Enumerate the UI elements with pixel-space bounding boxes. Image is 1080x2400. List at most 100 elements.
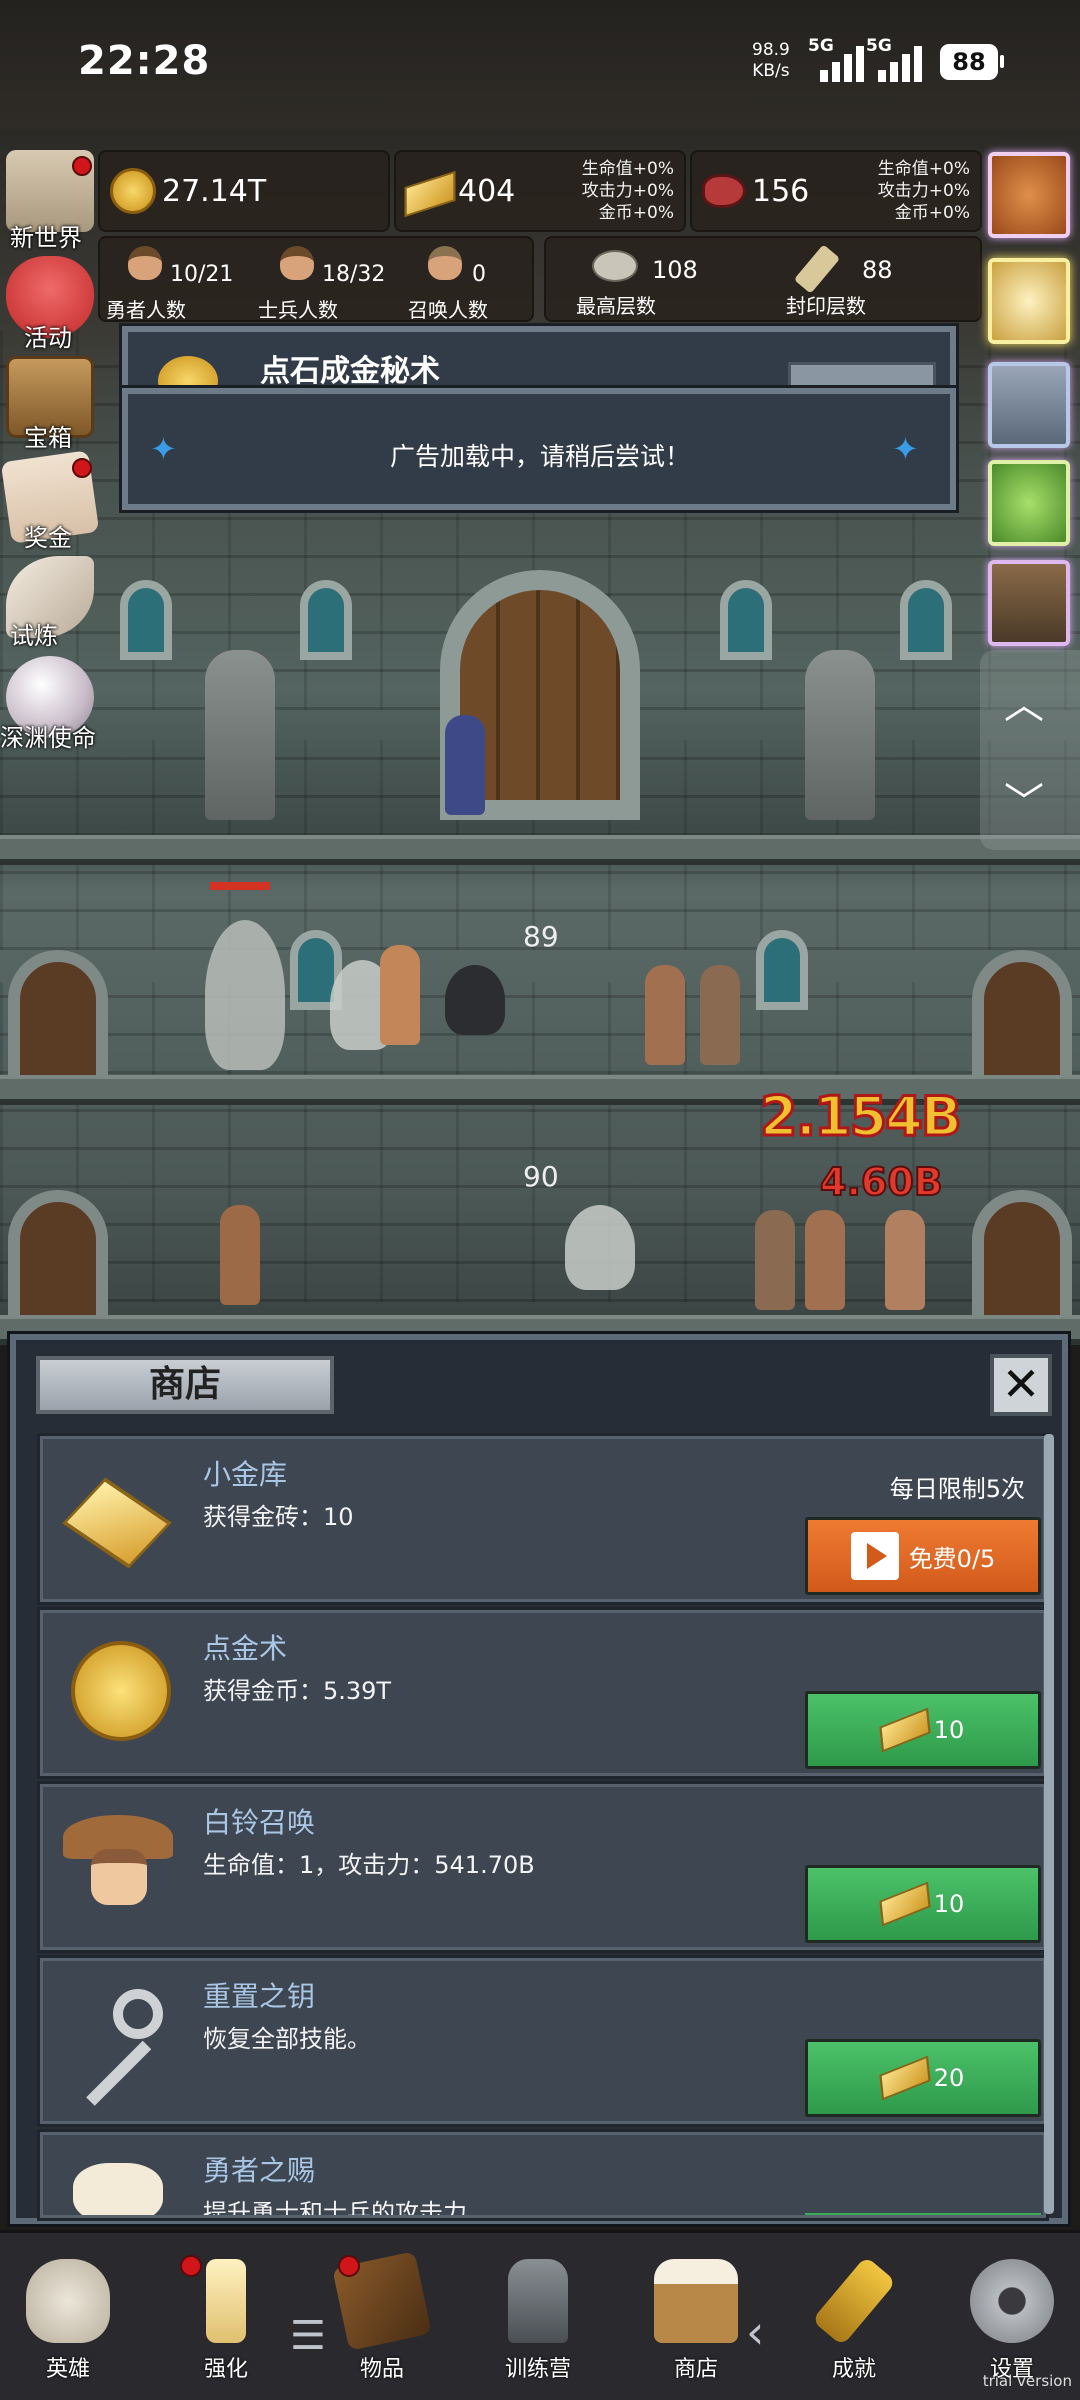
side-menu-abyss-mission[interactable]: 深渊使命 (0, 718, 96, 753)
summon-count: 0 (472, 262, 486, 287)
chevron-down-icon[interactable]: ﹀ (1004, 770, 1044, 828)
back-arrow-icon[interactable]: ‹ (746, 2305, 764, 2359)
shop-scrollbar[interactable] (1044, 1434, 1054, 2214)
ad-loading-message: 广告加载中，请稍后尝试！ (389, 442, 690, 471)
damage-number: 2.154B (759, 1084, 964, 1150)
knight-statue (205, 650, 275, 820)
floor-number: 89 (523, 920, 559, 953)
shop-item: 小金库 获得金砖：10 每日限制5次 免费0/5 (37, 1433, 1049, 1605)
girl-portrait-icon (57, 1805, 177, 1925)
side-menu-trial[interactable]: 试炼 (10, 616, 58, 651)
side-menu-new-world[interactable]: 新世界 (10, 218, 82, 253)
shadow-enemy (445, 965, 505, 1035)
chevron-up-icon[interactable]: ︿ (1004, 672, 1044, 730)
hero-unit (220, 1205, 260, 1305)
shop-item: 点金术 获得金币：5.39T 10 (37, 1607, 1049, 1779)
nav-upgrade[interactable]: 强化 (166, 2249, 286, 2389)
soldier-unit (805, 1210, 845, 1310)
buy-button[interactable]: 10 (805, 1865, 1041, 1943)
buy-button[interactable]: 20 (805, 2039, 1041, 2117)
item-description: 获得金砖：10 (203, 1503, 354, 1531)
scroll-icon (793, 244, 841, 294)
enemy-unit (380, 945, 420, 1045)
ghost-enemy (565, 1205, 635, 1290)
floor-scroll-control: ︿ ﹀ (980, 650, 1080, 850)
candle-portrait[interactable] (988, 258, 1070, 344)
gold-bar-icon (879, 1881, 931, 1927)
gold-bar-icon (404, 170, 456, 218)
shop-title: 商店 (36, 1356, 334, 1414)
price-label: 20 (933, 2064, 965, 2092)
nav-heroes[interactable]: 英雄 (8, 2249, 128, 2389)
knight-statue (805, 650, 875, 820)
gold-bar-bonus: 生命值+0% 攻击力+0% 金币+0% (581, 159, 674, 223)
pumpkin-portrait[interactable] (988, 152, 1070, 238)
side-menu-activity[interactable]: 活动 (24, 318, 72, 353)
damage-number: 4.60B (819, 1159, 944, 1205)
skull-icon (26, 2259, 110, 2343)
hero-count: 10/21 (170, 262, 234, 287)
daily-limit-label: 每日限制5次 (889, 1475, 1025, 1503)
nav-settings[interactable]: 设置 (952, 2249, 1072, 2389)
floor-ledge (0, 835, 1080, 865)
clock: 22:28 (78, 38, 211, 84)
soldier-unit (885, 1210, 925, 1310)
hero-face-icon (128, 246, 162, 280)
soldier-count-label: 士兵人数 (258, 298, 338, 322)
key-icon (57, 1979, 177, 2106)
nav-items[interactable]: 物品 (322, 2249, 442, 2389)
shop-item: 重置之钥 恢复全部技能。 20 (37, 1955, 1049, 2127)
nav-achievements[interactable]: 成就 (794, 2249, 914, 2389)
castle-window (720, 580, 772, 660)
close-icon: ✕ (1001, 1357, 1041, 1411)
trial-watermark: trial version (982, 2372, 1072, 2390)
gold-coin-icon (110, 168, 156, 214)
item-name: 勇者之赐 (203, 2154, 316, 2187)
castle-window (900, 580, 952, 660)
meat-panel: 156 生命值+0% 攻击力+0% 金币+0% (690, 150, 982, 232)
reaper-enemy (205, 920, 285, 1070)
summon-count-label: 召唤人数 (408, 298, 488, 322)
buy-button[interactable] (805, 2213, 1041, 2215)
seal-floor-count: 88 (862, 256, 893, 284)
lantern-icon (508, 2259, 568, 2343)
candle-icon (206, 2259, 246, 2343)
gold-bar-icon (879, 2055, 931, 2101)
soldier-unit (645, 965, 685, 1065)
goblin-portrait[interactable] (988, 560, 1070, 646)
menu-icon[interactable]: ☰ (290, 2313, 326, 2359)
free-ad-button[interactable]: 免费0/5 (805, 1517, 1041, 1595)
floor-window (756, 930, 808, 1010)
enemy-hp-bar (210, 882, 270, 890)
side-menu-bonus[interactable]: 奖金 (24, 518, 72, 553)
gold-coin-icon (57, 1631, 177, 1751)
price-label: 10 (933, 1716, 965, 1744)
notification-dot (180, 2255, 202, 2277)
price-label: 10 (933, 1890, 965, 1918)
summon-face-icon (428, 246, 462, 280)
max-floor-label: 最高层数 (576, 294, 656, 318)
notification-dot (338, 2255, 360, 2277)
nav-training-camp[interactable]: 训练营 (478, 2249, 598, 2389)
wizard-unit (445, 715, 485, 815)
gold-bar-icon (57, 1457, 177, 1577)
floor-count-panel: 108 最高层数 88 封印层数 (544, 236, 982, 322)
max-floor-count: 108 (652, 256, 698, 284)
signal-icon: 5G (808, 36, 870, 82)
network-speed: 98.9 KB/s (752, 40, 790, 81)
armor-portrait[interactable] (988, 362, 1070, 448)
close-button[interactable]: ✕ (990, 1354, 1052, 1416)
soldier-face-icon (280, 246, 314, 280)
soldier-count: 18/32 (322, 262, 386, 287)
shop-item: 白铃召唤 生命值：1，攻击力：541.70B 10 (37, 1781, 1049, 1953)
nav-shop[interactable]: 商店 (636, 2249, 756, 2389)
gear-icon (970, 2259, 1054, 2343)
status-bar: 22:28 98.9 KB/s 5G 5G 88 (0, 0, 1080, 130)
coin-amount: 27.14T (162, 174, 267, 209)
unit-count-panel: 10/21 勇者人数 18/32 士兵人数 0 召唤人数 (98, 236, 534, 322)
meat-bonus: 生命值+0% 攻击力+0% 金币+0% (877, 159, 970, 223)
buy-button[interactable]: 10 (805, 1691, 1041, 1769)
soldier-unit (755, 1210, 795, 1310)
item-name: 点金术 (203, 1632, 288, 1665)
meat-amount: 156 (752, 174, 810, 209)
